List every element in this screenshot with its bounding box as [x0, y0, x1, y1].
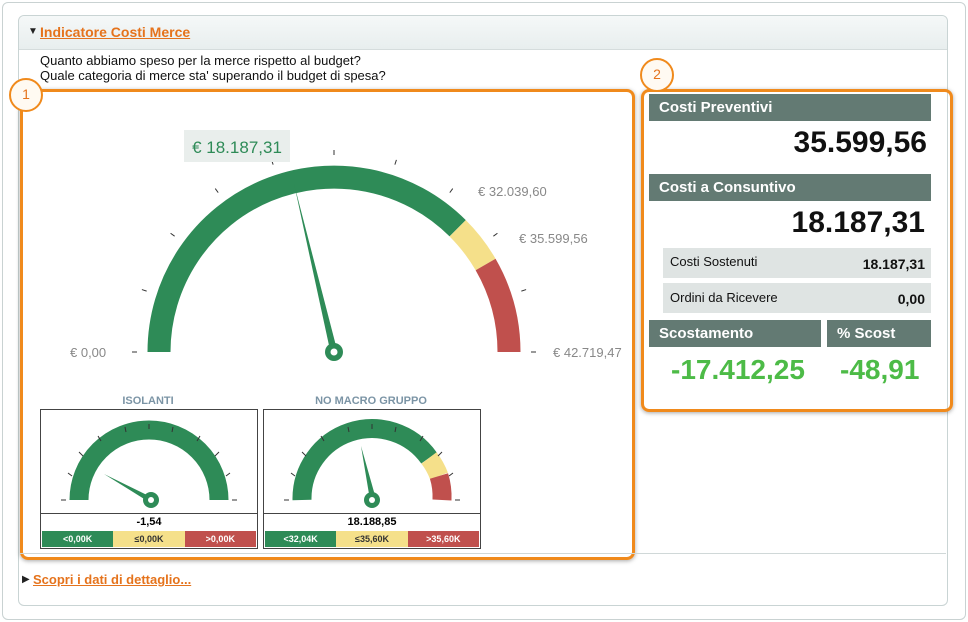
- legend-green: <32,04K: [265, 531, 337, 547]
- mini-gauge-2-band-yellow: [421, 452, 448, 480]
- expand-triangle-icon[interactable]: ▶: [22, 574, 30, 585]
- legend-yellow: ≤35,60K: [336, 531, 408, 547]
- mini-gauge-2-dial: [284, 419, 460, 508]
- mini-gauge-1: -1,54 <0,00K ≤0,00K >0,00K: [40, 409, 258, 549]
- divider: [20, 553, 946, 554]
- gauge-tick: [521, 289, 527, 292]
- mini-gauge-2-band-red: [429, 473, 452, 501]
- gauge-tick: [141, 289, 147, 292]
- gauge-tick: [493, 232, 498, 237]
- gauge-band-red: [475, 258, 521, 353]
- pct-scost-header: % Scost: [827, 320, 931, 347]
- scostamento-value: -17.412,25: [671, 354, 805, 385]
- ordini-ricevere-value: 0,00: [897, 291, 925, 307]
- gauge-band-green: [147, 165, 466, 353]
- mini-gauge-1-title: ISOLANTI: [122, 395, 174, 407]
- pct-scost-value: -48,91: [840, 354, 920, 385]
- costi-sostenuti-row: Costi Sostenuti 18.187,31: [663, 248, 931, 278]
- gauge-tick: [214, 188, 219, 193]
- legend-yellow: ≤0,00K: [113, 531, 185, 547]
- gauge-min-label: € 0,00: [70, 345, 106, 360]
- costi-sostenuti-label: Costi Sostenuti: [670, 254, 758, 269]
- ordini-ricevere-label: Ordini da Ricevere: [670, 290, 778, 305]
- mini-gauge-2-title: NO MACRO GRUPPO: [315, 395, 427, 407]
- gauge-threshold2-label: € 35.599,56: [519, 231, 588, 246]
- mini-gauge-1-value: -1,54: [41, 513, 257, 531]
- details-link[interactable]: Scopri i dati di dettaglio...: [33, 572, 191, 587]
- needle-hub-center: [330, 348, 338, 356]
- gauge-tick: [449, 188, 454, 193]
- ordini-ricevere-row: Ordini da Ricevere 0,00: [663, 283, 931, 313]
- legend-green: <0,00K: [42, 531, 114, 547]
- mini-gauge-1-band: [69, 420, 229, 501]
- gauge-threshold1-label: € 32.039,60: [478, 184, 547, 199]
- costi-consuntivo-header: Costi a Consuntivo: [649, 174, 931, 201]
- mini-gauge-2-value: 18.188,85: [264, 513, 480, 531]
- legend-red: >0,00K: [184, 531, 256, 547]
- legend-red: >35,60K: [407, 531, 479, 547]
- mini-gauge-2-legend: <32,04K ≤35,60K >35,60K: [265, 531, 479, 547]
- gauge-band-yellow: [449, 220, 496, 271]
- gauge-tick: [170, 232, 175, 237]
- gauge-tick: [394, 159, 397, 165]
- scostamento-header: Scostamento: [649, 320, 821, 347]
- gauge-needle: [294, 183, 338, 353]
- mini-gauge-1-legend: <0,00K ≤0,00K >0,00K: [42, 531, 256, 547]
- costi-consuntivo-value: 18.187,31: [791, 206, 925, 239]
- costi-sostenuti-value: 18.187,31: [862, 256, 925, 272]
- costi-preventivi-header: Costi Preventivi: [649, 94, 931, 121]
- mini-gauge-2: 18.188,85 <32,04K ≤35,60K >35,60K: [263, 409, 481, 549]
- mini-gauge-1-dial: [61, 420, 237, 508]
- mini-gauge-2-needle: [361, 446, 376, 500]
- gauge-max-label: € 42.719,47: [553, 345, 622, 360]
- gauge-value-label: € 18.187,31: [192, 138, 282, 157]
- costi-preventivi-value: 35.599,56: [793, 126, 927, 159]
